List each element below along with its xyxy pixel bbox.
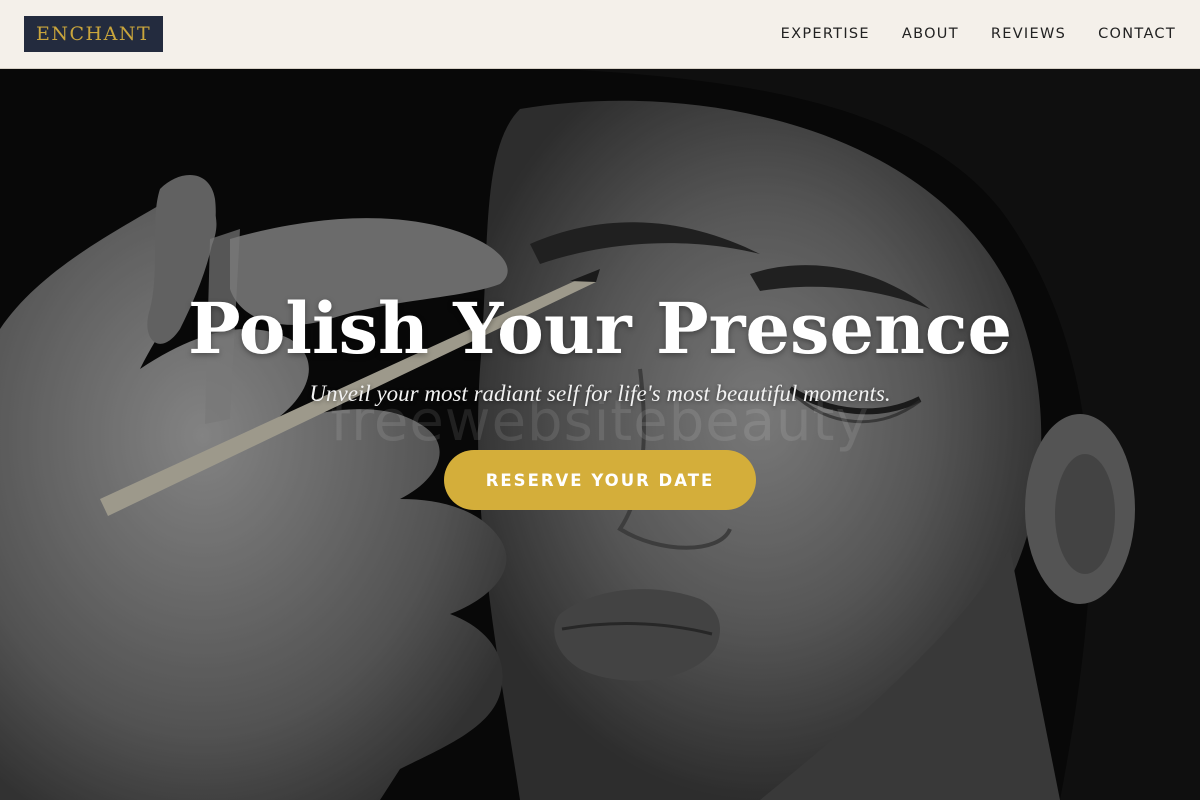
main-nav: EXPERTISE ABOUT REVIEWS CONTACT xyxy=(781,26,1176,42)
nav-link-expertise[interactable]: EXPERTISE xyxy=(781,26,870,42)
hero-section: freewebsitebeauty Polish Your Presence U… xyxy=(0,69,1200,800)
nav-link-reviews[interactable]: REVIEWS xyxy=(991,26,1066,42)
nav-link-contact[interactable]: CONTACT xyxy=(1098,26,1176,42)
hero-dark-overlay xyxy=(0,69,1200,800)
hero-title: Polish Your Presence xyxy=(187,287,1013,370)
hero-subtitle: Unveil your most radiant self for life's… xyxy=(309,381,891,406)
brand-logo[interactable]: ENCHANT xyxy=(24,16,164,52)
reserve-date-button[interactable]: RESERVE YOUR DATE xyxy=(444,450,756,510)
nav-link-about[interactable]: ABOUT xyxy=(902,26,959,42)
top-navbar: ENCHANT EXPERTISE ABOUT REVIEWS CONTACT xyxy=(0,0,1200,69)
